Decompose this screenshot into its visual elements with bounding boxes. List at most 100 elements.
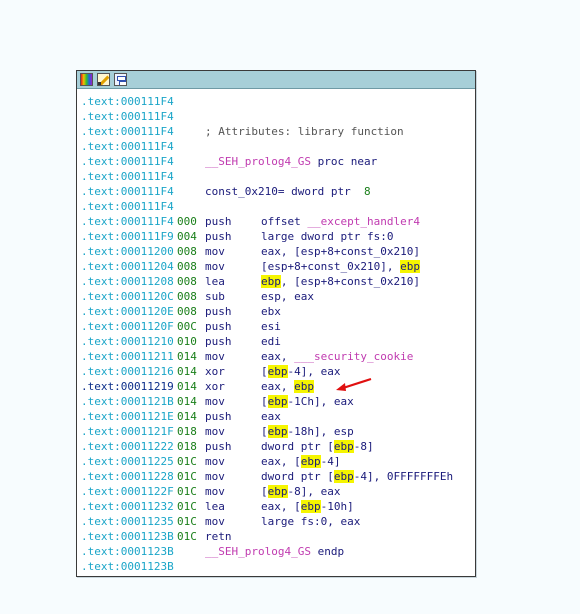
line-address: .text:00011225 [81, 455, 174, 468]
window-titlebar [77, 71, 475, 89]
instruction-mnemonic: mov [205, 470, 225, 483]
instruction-mnemonic: push [205, 305, 232, 318]
instruction-operands[interactable]: [esp+8+const_0x210], ebp [261, 260, 420, 273]
instruction-operands[interactable]: large dword ptr fs:0 [261, 230, 393, 243]
instruction-operands[interactable]: large fs:0, eax [261, 515, 360, 528]
instruction-operands[interactable]: eax, [ebp-10h] [261, 500, 354, 513]
instruction-operands[interactable]: eax [261, 410, 281, 423]
disassembly-window: .text:000111F4 .text:000111F4 .text:000111… [76, 70, 476, 577]
code-line[interactable]: .text:00011222 018 push dword ptr [ebp-8] [81, 439, 475, 454]
code-line[interactable]: .text:00011232 01C lea eax, [ebp-10h] [81, 499, 475, 514]
instruction-operands[interactable]: [ebp-8], eax [261, 485, 340, 498]
code-line[interactable]: .text:0001121F 018 mov [ebp-18h], esp [81, 424, 475, 439]
code-line[interactable]: .text:000111F4 __SEH_prolog4_GS proc near [81, 154, 475, 169]
code-line[interactable]: .text:0001123B 01C retn [81, 529, 475, 544]
line-address: .text:00011208 [81, 275, 174, 288]
pencil-icon[interactable] [97, 73, 110, 86]
instruction-operands[interactable]: dword ptr [ebp-8] [261, 440, 374, 453]
instruction-operands[interactable]: eax, ebp [261, 380, 314, 393]
instruction-mnemonic: xor [205, 365, 225, 378]
instruction-mnemonic: xor [205, 380, 225, 393]
code-line[interactable]: .text:0001120C 008 sub esp, eax [81, 289, 475, 304]
instruction-operands[interactable]: esi [261, 320, 281, 333]
line-address: .text:000111F9 [81, 230, 174, 243]
code-line[interactable]: .text:00011208 008 lea ebp, [esp+8+const_0x… [81, 274, 475, 289]
code-line[interactable]: .text:000111F4 [81, 139, 475, 154]
code-line[interactable]: .text:000111F9 004 push large dword ptr fs:… [81, 229, 475, 244]
code-line[interactable]: .text:000111F4 [81, 94, 475, 109]
code-line[interactable]: .text:0001120E 008 push ebx [81, 304, 475, 319]
code-line[interactable]: .text:0001123B __SEH_prolog4_GS endp [81, 544, 475, 559]
instruction-mnemonic: mov [205, 515, 225, 528]
instruction-operands[interactable]: offset __except_handler4 [261, 215, 420, 228]
stack-pointer-offset: 014 [177, 380, 197, 393]
code-line[interactable]: .text:0001120F 00C push esi [81, 319, 475, 334]
instruction-operands[interactable]: dword ptr [ebp-4], 0FFFFFFFEh [261, 470, 453, 483]
stack-pointer-offset: 008 [177, 290, 197, 303]
instruction-operands[interactable]: ebx [261, 305, 281, 318]
stack-pointer-offset: 01C [177, 500, 197, 513]
line-address: .text:0001121F [81, 425, 174, 438]
stack-pointer-offset: 008 [177, 305, 197, 318]
instruction-mnemonic: mov [205, 245, 225, 258]
code-line[interactable]: .text:0001121B 014 mov [ebp-1Ch], eax [81, 394, 475, 409]
line-address: .text:0001121B [81, 395, 174, 408]
declaration-text: __SEH_prolog4_GS endp [205, 545, 345, 558]
line-address: .text:00011222 [81, 440, 174, 453]
line-address: .text:000111F4 [81, 140, 174, 153]
stack-pointer-offset: 01C [177, 455, 197, 468]
instruction-operands[interactable]: [ebp-1Ch], eax [261, 395, 354, 408]
code-line[interactable]: .text:000111F4 ; Attributes: library func… [81, 124, 475, 139]
code-line[interactable]: .text:000111F4 const_0x210= dword ptr 8 [81, 184, 475, 199]
code-line[interactable]: .text:00011225 01C mov eax, [ebp-4] [81, 454, 475, 469]
instruction-operands[interactable]: [ebp-4], eax [261, 365, 340, 378]
instruction-mnemonic: mov [205, 395, 225, 408]
line-address: .text:0001123B [81, 545, 174, 558]
line-address: .text:000111F4 [81, 125, 174, 138]
stack-pointer-offset: 014 [177, 365, 197, 378]
stack-pointer-offset: 01C [177, 515, 197, 528]
stack-pointer-offset: 014 [177, 410, 197, 423]
stack-pointer-offset: 004 [177, 230, 197, 243]
instruction-operands[interactable]: esp, eax [261, 290, 314, 303]
code-line[interactable]: .text:00011211 014 mov eax, ___security_coo… [81, 349, 475, 364]
line-address: .text:000111F4 [81, 95, 174, 108]
stack-pointer-offset: 000 [177, 215, 197, 228]
stack-pointer-offset: 00C [177, 320, 197, 333]
instruction-mnemonic: push [205, 335, 232, 348]
code-line[interactable]: .text:000111F4 [81, 169, 475, 184]
code-line[interactable]: .text:0001122F 01C mov [ebp-8], eax [81, 484, 475, 499]
instruction-operands[interactable]: ebp, [esp+8+const_0x210] [261, 275, 420, 288]
code-line[interactable]: .text:0001123B [81, 559, 475, 574]
instruction-operands[interactable]: [ebp-18h], esp [261, 425, 354, 438]
graph-view-icon[interactable] [114, 73, 127, 86]
line-address: .text:000111F4 [81, 110, 174, 123]
code-line[interactable]: .text:00011228 01C mov dword ptr [ebp-4], 0… [81, 469, 475, 484]
stack-pointer-offset: 008 [177, 245, 197, 258]
code-line[interactable]: .text:000111F4 [81, 199, 475, 214]
line-address: .text:0001120E [81, 305, 174, 318]
line-address: .text:00011204 [81, 260, 174, 273]
instruction-mnemonic: push [205, 215, 232, 228]
code-line[interactable]: .text:00011210 010 push edi [81, 334, 475, 349]
disassembly-listing[interactable]: .text:000111F4 .text:000111F4 .text:000111… [77, 89, 475, 574]
code-line[interactable]: .text:000111F4 [81, 109, 475, 124]
line-address: .text:00011211 [81, 350, 174, 363]
code-line[interactable]: .text:00011216 014 xor [ebp-4], eax [81, 364, 475, 379]
declaration-text: const_0x210= dword ptr 8 [205, 185, 371, 198]
stack-pointer-offset: 018 [177, 440, 197, 453]
instruction-operands[interactable]: edi [261, 335, 281, 348]
code-line[interactable]: .text:00011204 008 mov [esp+8+const_0x210],… [81, 259, 475, 274]
instruction-operands[interactable]: eax, [esp+8+const_0x210] [261, 245, 420, 258]
color-palette-icon[interactable] [80, 73, 93, 86]
instruction-operands[interactable]: eax, ___security_cookie [261, 350, 413, 363]
instruction-mnemonic: sub [205, 290, 225, 303]
line-address: .text:0001122F [81, 485, 174, 498]
code-line[interactable]: .text:000111F4 000 push offset __except_han… [81, 214, 475, 229]
code-line[interactable]: .text:00011219 014 xor eax, ebp [81, 379, 475, 394]
code-line[interactable]: .text:00011200 008 mov eax, [esp+8+const_0x… [81, 244, 475, 259]
instruction-operands[interactable]: eax, [ebp-4] [261, 455, 341, 468]
code-line[interactable]: .text:0001121E 014 push eax [81, 409, 475, 424]
code-line[interactable]: .text:00011235 01C mov large fs:0, eax [81, 514, 475, 529]
stack-pointer-offset: 014 [177, 350, 197, 363]
